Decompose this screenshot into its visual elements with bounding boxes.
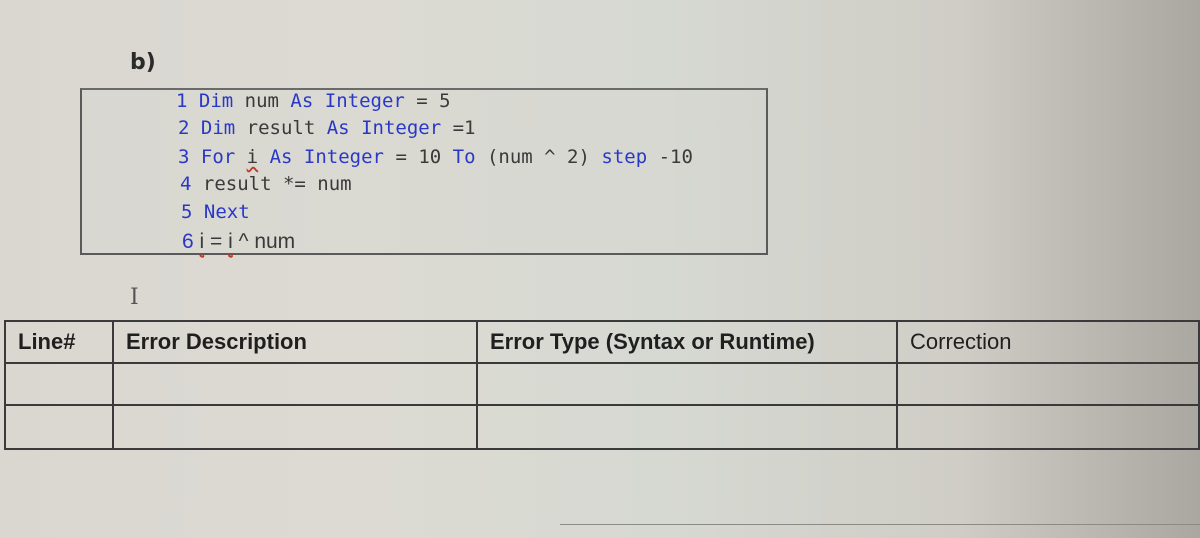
- keyword-token: To: [452, 146, 476, 168]
- table-header-row: Line# Error Description Error Type (Synt…: [4, 320, 1200, 364]
- code-token: = 10: [384, 146, 453, 168]
- code-token: result: [235, 117, 327, 139]
- keyword-token: Next: [203, 201, 250, 223]
- code-line: 1 Dim num As Integer = 5: [176, 90, 451, 112]
- cell-error-description[interactable]: [112, 404, 478, 450]
- code-token: =1: [441, 117, 476, 139]
- line-number: 2: [178, 117, 201, 139]
- error-table: Line# Error Description Error Type (Synt…: [4, 320, 1200, 450]
- keyword-token: Dim: [200, 117, 236, 139]
- code-token: =: [204, 230, 229, 253]
- divider: [560, 524, 1200, 525]
- section-label: b): [130, 50, 156, 75]
- code-token: ^ num: [232, 230, 296, 253]
- header-correction: Correction: [896, 320, 1200, 364]
- cell-error-type[interactable]: [476, 362, 898, 406]
- table-row: [4, 362, 1200, 406]
- code-line: 3 For i As Integer = 10 To (num ^ 2) ste…: [178, 146, 693, 168]
- line-number: 4: [180, 173, 203, 195]
- keyword-token: Integer: [324, 90, 405, 112]
- line-number: 6: [182, 230, 200, 253]
- code-line: 6 i = i ^ num: [182, 230, 295, 254]
- keyword-token: Integer: [361, 117, 442, 139]
- cell-error-type[interactable]: [476, 404, 898, 450]
- line-number: 3: [178, 146, 201, 168]
- code-token: -10: [647, 146, 693, 168]
- cell-correction[interactable]: [896, 362, 1200, 406]
- line-number: 1: [176, 90, 199, 112]
- cell-line-number[interactable]: [4, 404, 114, 450]
- keyword-token: For: [200, 146, 236, 168]
- text-cursor-icon: I: [130, 285, 139, 310]
- header-error-description: Error Description: [112, 320, 478, 364]
- code-token: = 5: [404, 90, 451, 112]
- code-line: 4 result *= num: [180, 173, 352, 195]
- keyword-token: As: [269, 146, 293, 168]
- keyword-token: Dim: [198, 90, 234, 112]
- keyword-token: As: [326, 117, 350, 139]
- header-line-number: Line#: [4, 320, 114, 364]
- code-token: (num ^ 2): [475, 146, 602, 168]
- error-token: i: [246, 146, 259, 168]
- cell-error-description[interactable]: [112, 362, 478, 406]
- code-line: 5 Next: [181, 201, 250, 223]
- cell-line-number[interactable]: [4, 362, 114, 406]
- code-token: num: [233, 90, 291, 112]
- header-error-type: Error Type (Syntax or Runtime): [476, 320, 898, 364]
- keyword-token: Integer: [303, 146, 384, 168]
- table-row: [4, 404, 1200, 450]
- keyword-token: step: [601, 146, 648, 168]
- code-token: result *= num: [202, 173, 352, 195]
- keyword-token: As: [290, 90, 314, 112]
- cell-correction[interactable]: [896, 404, 1200, 450]
- line-number: 5: [181, 201, 204, 223]
- code-line: 2 Dim result As Integer =1: [178, 117, 475, 139]
